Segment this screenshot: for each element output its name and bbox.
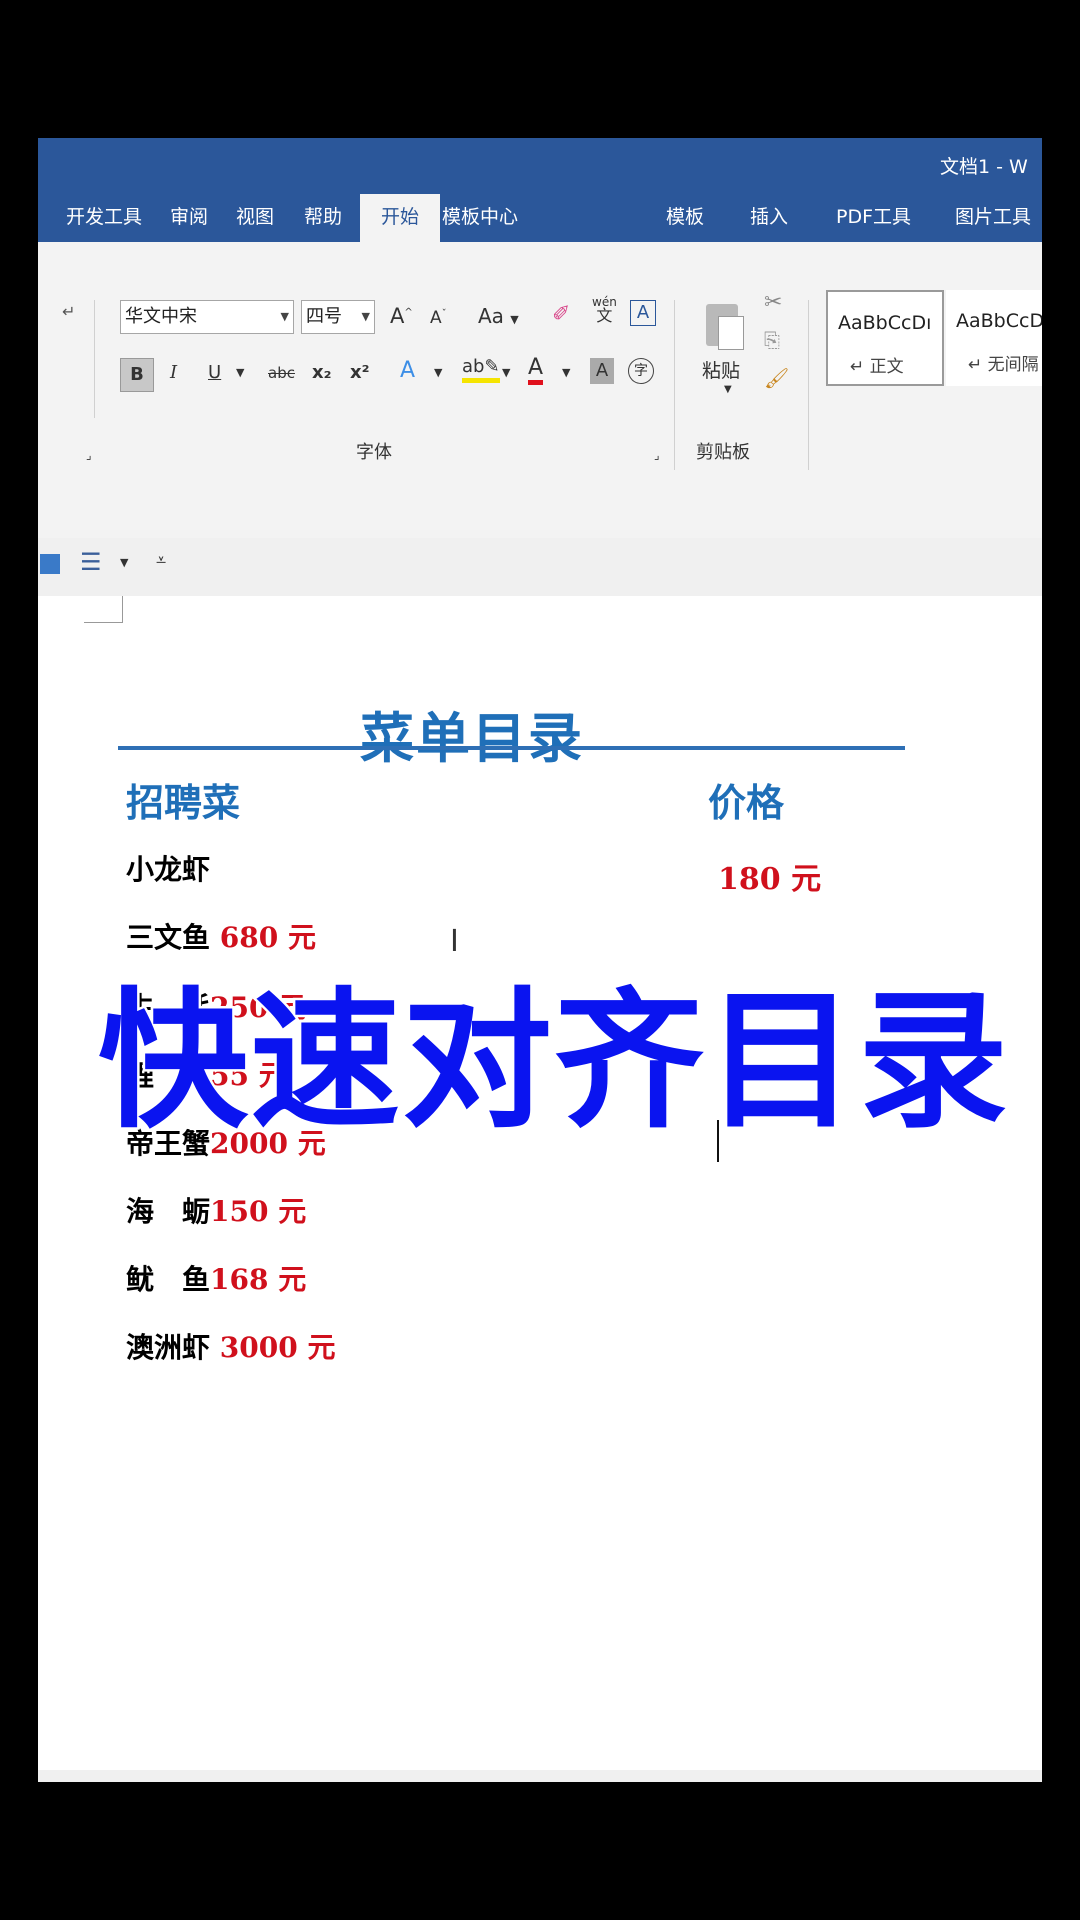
dish-name: 澳洲虾: [126, 1331, 211, 1364]
column-header-dish: 招聘菜: [126, 780, 241, 825]
document-page[interactable]: 菜单目录 招聘菜 价格 小龙虾 180 元 三文鱼 680 元 生 蚝250 元…: [38, 596, 1042, 1782]
dialog-launcher-icon[interactable]: ⌟: [86, 448, 92, 462]
line-spacing-icon[interactable]: ☰: [80, 548, 102, 576]
dish-price: 3000 元: [210, 1331, 336, 1364]
dish-name: 小龙虾: [126, 853, 211, 886]
tab-view[interactable]: 视图: [236, 194, 274, 242]
chevron-down-icon[interactable]: ▼: [236, 366, 244, 379]
text-effects-icon[interactable]: A: [400, 358, 415, 383]
style-sample: AaBbCcD: [956, 310, 1042, 332]
font-color-icon[interactable]: A: [528, 356, 544, 385]
tab-help[interactable]: 帮助: [304, 194, 342, 242]
document-title: 文档1 - W: [940, 156, 1028, 178]
cut-icon[interactable]: ✂: [764, 290, 782, 315]
style-normal[interactable]: AaBbCcDı ↵ 正文: [826, 290, 944, 386]
paste-button[interactable]: [702, 298, 746, 354]
copy-icon[interactable]: ⎘: [764, 328, 780, 352]
subscript-button[interactable]: x₂: [312, 362, 332, 383]
paragraph-mark-icon[interactable]: ↵: [62, 302, 75, 321]
style-name: ↵ 正文: [850, 357, 904, 377]
chevron-down-icon[interactable]: ▼: [120, 556, 128, 569]
style-sample: AaBbCcDı: [838, 312, 932, 334]
italic-button[interactable]: I: [170, 362, 177, 383]
font-group-label: 字体: [356, 442, 392, 463]
dialog-launcher-icon[interactable]: ⌟: [654, 448, 660, 462]
list-item: 小龙虾: [126, 848, 210, 888]
dish-price: 168 元: [210, 1263, 307, 1296]
chevron-down-icon[interactable]: ▼: [562, 366, 570, 379]
paste-label[interactable]: 粘贴: [702, 356, 740, 383]
dish-price: 150 元: [210, 1195, 307, 1228]
clipboard-group-label: 剪贴板: [696, 442, 750, 463]
list-item: 澳洲虾 3000 元: [126, 1326, 335, 1366]
format-painter-icon[interactable]: 🖌: [764, 366, 789, 390]
column-header-price: 价格: [708, 780, 785, 825]
grow-font-button[interactable]: A^: [390, 304, 413, 328]
tab-pdf-tools[interactable]: PDF工具: [836, 194, 911, 242]
list-item: 鱿 鱼168 元: [126, 1258, 306, 1298]
ribbon: ↵ 华文中宋 ▼ 四号 ▼ A^ Aˇ Aa ▼ ✐ wén 文 A B I U …: [38, 242, 1042, 539]
video-caption-overlay: 快速对齐目录: [95, 973, 1011, 1152]
dish-price: 180 元: [718, 862, 822, 897]
group-divider: [808, 300, 809, 470]
chevron-down-icon[interactable]: ▼: [502, 366, 510, 379]
tab-template[interactable]: 模板: [666, 194, 704, 242]
group-divider: [94, 300, 95, 418]
character-border-button[interactable]: A: [630, 300, 656, 326]
change-case-button[interactable]: Aa ▼: [478, 304, 519, 328]
underline-button[interactable]: U: [208, 362, 221, 383]
group-divider: [674, 300, 675, 470]
tab-review[interactable]: 审阅: [170, 194, 208, 242]
tab-developer[interactable]: 开发工具: [66, 194, 142, 242]
font-name-value: 华文中宋: [125, 306, 197, 327]
strikethrough-button[interactable]: abc: [268, 364, 295, 382]
style-no-spacing[interactable]: AaBbCcD ↵ 无间隔: [946, 290, 1042, 386]
ribbon-tab-bar: 开发工具 审阅 视图 帮助 开始 模板中心 模板 插入 PDF工具 图片工具: [38, 194, 1042, 242]
customize-toolbar-icon[interactable]: ⩡: [156, 550, 166, 571]
status-bar: [38, 1770, 1042, 1782]
shrink-font-button[interactable]: Aˇ: [430, 308, 447, 328]
margin-corner-mark: [84, 596, 123, 623]
font-name-select[interactable]: 华文中宋 ▼: [120, 300, 294, 334]
list-item: 海 蛎150 元: [126, 1190, 306, 1230]
font-size-select[interactable]: 四号 ▼: [301, 300, 375, 334]
tab-home[interactable]: 开始: [360, 194, 440, 242]
tab-picture-tools[interactable]: 图片工具: [955, 194, 1031, 242]
style-name: ↵ 无间隔: [968, 355, 1039, 375]
title-bar: 文档1 - W: [38, 138, 1042, 194]
dish-name: 鱿 鱼: [126, 1263, 211, 1296]
chevron-down-icon[interactable]: ▼: [724, 384, 732, 395]
dish-name: 海 蛎: [126, 1195, 211, 1228]
menu-title: 菜单目录: [360, 706, 584, 770]
font-size-value: 四号: [306, 306, 342, 327]
highlight-icon[interactable]: ab✎: [462, 356, 500, 383]
table-icon[interactable]: [40, 554, 60, 574]
clear-format-icon[interactable]: ✐: [552, 302, 570, 327]
tab-template-center[interactable]: 模板中心: [442, 194, 518, 242]
bold-button[interactable]: B: [120, 358, 154, 392]
paste-page-icon: [718, 316, 744, 350]
quick-toolbar: ☰ ▼ ⩡: [38, 538, 1042, 597]
title-underline: [118, 746, 905, 750]
phonetic-guide-button[interactable]: wén 文: [592, 296, 617, 324]
chevron-down-icon[interactable]: ▼: [434, 366, 442, 379]
chevron-down-icon: ▼: [280, 310, 289, 323]
chevron-down-icon: ▼: [361, 310, 370, 323]
enclose-characters-button[interactable]: 字: [628, 358, 654, 384]
tab-insert[interactable]: 插入: [750, 194, 788, 242]
superscript-button[interactable]: x²: [350, 362, 370, 383]
character-shading-button[interactable]: A: [590, 358, 614, 384]
